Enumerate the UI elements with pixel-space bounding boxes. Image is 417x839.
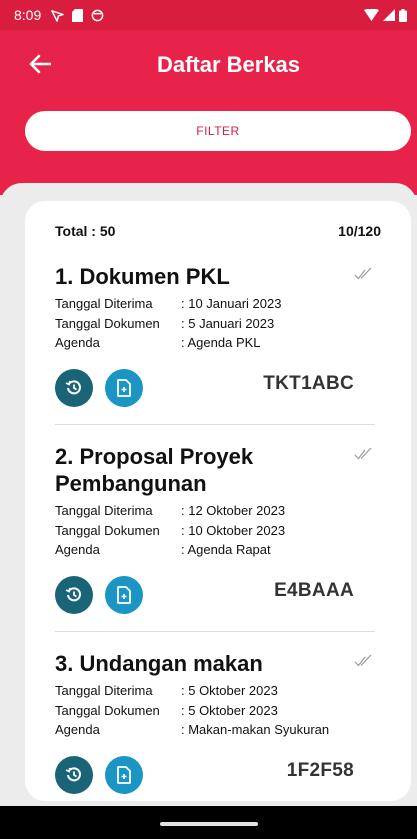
document-code: 1F2F58 (286, 759, 354, 781)
document-meta: Tanggal Diterima : 12 Oktober 2023 Tangga… (55, 501, 378, 560)
document-date-value: : 10 Oktober 2023 (181, 522, 286, 538)
history-icon (65, 586, 81, 601)
double-check-icon (354, 267, 372, 280)
back-button[interactable] (24, 48, 56, 80)
list-summary: Total : 50 10/120 (55, 223, 381, 239)
wifi-icon (364, 9, 379, 21)
document-actions: E4BAAA (55, 575, 378, 618)
document-list-card[interactable]: Total : 50 10/120 1. Dokumen PKL Tanggal… (25, 201, 411, 801)
total-count: Total : 50 (55, 223, 116, 239)
file-button[interactable] (105, 368, 143, 407)
app-bar: Daftar Berkas (0, 30, 417, 100)
signal-icon (383, 9, 395, 21)
list-item[interactable]: 1. Dokumen PKL Tanggal Diterima : 10 Janu… (55, 263, 378, 411)
status-time: 8:09 (14, 7, 42, 23)
received-date-label: Tanggal Diterima (55, 296, 153, 311)
history-button[interactable] (55, 575, 93, 614)
file-icon (117, 765, 131, 784)
agenda-label: Agenda (55, 335, 100, 350)
file-button[interactable] (105, 755, 143, 794)
home-indicator[interactable] (160, 822, 258, 826)
document-title: 1. Dokumen PKL (55, 264, 230, 289)
document-title: 2. Proposal Proyek Pembangunan (55, 444, 254, 496)
agenda-value: : Agenda PKL (181, 335, 261, 350)
sd-card-icon (72, 8, 84, 22)
battery-icon (399, 8, 407, 22)
document-date-label: Tanggal Dokumen (55, 315, 160, 331)
double-check-icon (354, 447, 372, 460)
file-icon (117, 378, 131, 397)
document-title: 3. Undangan makan (55, 651, 263, 676)
list-item[interactable]: 3. Undangan makan Tanggal Diterima : 5 Ok… (55, 650, 378, 798)
document-date-label: Tanggal Dokumen (55, 702, 160, 718)
arrow-left-icon (29, 54, 51, 74)
page-title: Daftar Berkas (156, 52, 301, 77)
agenda-value: : Agenda Rapat (181, 542, 271, 557)
agenda-label: Agenda (55, 542, 100, 557)
agenda-value: : Makan-makan Syukuran (181, 722, 330, 737)
document-date-label: Tanggal Dokumen (55, 522, 160, 538)
document-meta: Tanggal Diterima : 10 Januari 2023 Tangga… (55, 294, 378, 353)
page-indicator: 10/120 (338, 223, 381, 239)
document-code: E4BAAA (274, 579, 354, 601)
document-code: TKT1ABC (263, 372, 354, 394)
file-button[interactable] (105, 575, 143, 614)
filter-button[interactable]: FILTER (25, 111, 411, 151)
received-date-value: : 10 Januari 2023 (181, 296, 282, 311)
system-nav-bar (0, 806, 417, 839)
divider (55, 631, 375, 632)
history-icon (65, 766, 81, 781)
list-item[interactable]: 2. Proposal Proyek Pembangunan Tanggal D… (55, 443, 378, 618)
double-check-icon (354, 654, 372, 667)
status-bar: 8:09 (0, 0, 417, 30)
received-date-value: : 5 Oktober 2023 (181, 683, 278, 698)
file-icon (117, 585, 131, 604)
history-button[interactable] (55, 755, 93, 794)
received-date-value: : 12 Oktober 2023 (181, 503, 286, 518)
sync-icon (91, 9, 104, 21)
divider (55, 424, 375, 425)
document-actions: 1F2F58 (55, 755, 378, 798)
document-actions: TKT1ABC (55, 368, 378, 411)
history-button[interactable] (55, 368, 93, 407)
status-system-icons (364, 8, 407, 22)
agenda-label: Agenda (55, 722, 100, 737)
location-icon (51, 9, 65, 22)
received-date-label: Tanggal Diterima (55, 503, 153, 518)
document-date-value: : 5 Januari 2023 (181, 315, 275, 331)
document-meta: Tanggal Diterima : 5 Oktober 2023 Tanggal… (55, 681, 378, 740)
document-date-value: : 5 Oktober 2023 (181, 702, 278, 718)
status-notification-icons (51, 8, 104, 22)
filter-area: FILTER (0, 100, 417, 195)
history-icon (65, 379, 81, 394)
received-date-label: Tanggal Diterima (55, 683, 153, 698)
